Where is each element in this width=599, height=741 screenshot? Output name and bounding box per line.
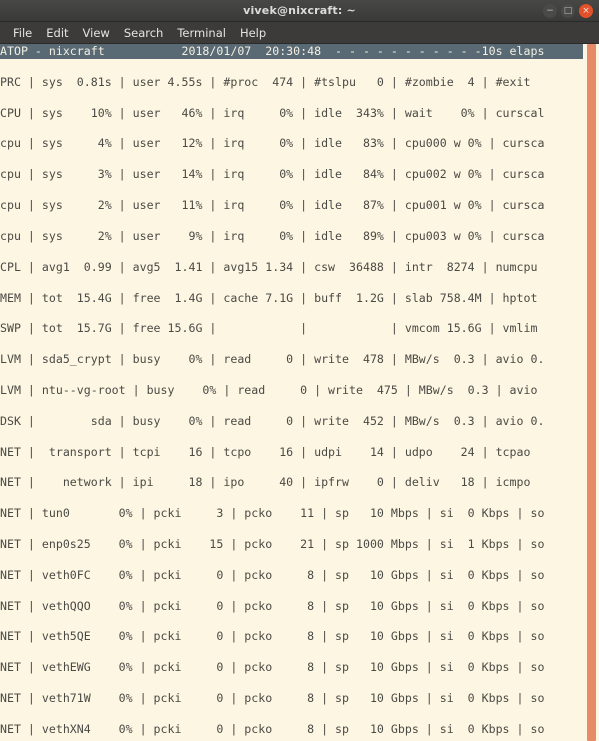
atop-system-line: LVM | sda5_crypt | busy 0% | read 0 | wr… (0, 352, 545, 367)
atop-system-line: NET | network | ipi 18 | ipo 40 | ipfrw … (0, 475, 545, 490)
atop-net-line: NET | vethQQO 0% | pcki 0 | pcko 8 | sp … (0, 598, 545, 613)
menu-item-file[interactable]: File (6, 24, 39, 42)
atop-system-line: NET | transport | tcpi 16 | tcpo 16 | ud… (0, 444, 545, 459)
terminal-screen[interactable]: ATOP - nixcraft 2018/01/07 20:30:48 - - … (0, 44, 599, 741)
atop-system-line: cpu | sys 4% | user 12% | irq 0% | idle … (0, 136, 545, 151)
window-controls: − □ × (543, 4, 593, 18)
scrollbar-thumb[interactable] (587, 44, 596, 741)
window-title: vivek@nixcraft: ~ (243, 4, 356, 17)
atop-system-line: MEM | tot 15.4G | free 1.4G | cache 7.1G… (0, 290, 545, 305)
menu-item-terminal[interactable]: Terminal (170, 24, 233, 42)
terminal-window: vivek@nixcraft: ~ − □ × File Edit View S… (0, 0, 599, 741)
atop-system-line: cpu | sys 3% | user 14% | irq 0% | idle … (0, 167, 545, 182)
menu-item-edit[interactable]: Edit (39, 24, 75, 42)
atop-system-line: cpu | sys 2% | user 9% | irq 0% | idle 8… (0, 228, 545, 243)
atop-net-line: NET | vethEWG 0% | pcki 0 | pcko 8 | sp … (0, 660, 545, 675)
atop-output: ATOP - nixcraft 2018/01/07 20:30:48 - - … (0, 44, 583, 741)
atop-system-line: CPL | avg1 0.99 | avg5 1.41 | avg15 1.34… (0, 259, 545, 274)
menu-item-search[interactable]: Search (117, 24, 171, 42)
atop-net-line: NET | vethXN4 0% | pcki 0 | pcko 8 | sp … (0, 721, 545, 736)
minimize-icon[interactable]: − (543, 4, 557, 18)
window-titlebar[interactable]: vivek@nixcraft: ~ − □ × (0, 0, 599, 22)
atop-system-line: SWP | tot 15.7G | free 15.6G | | | vmcom… (0, 321, 545, 336)
terminal-scrollbar[interactable] (584, 44, 599, 741)
close-icon[interactable]: × (579, 4, 593, 18)
atop-system-line: DSK | sda | busy 0% | read 0 | write 452… (0, 413, 545, 428)
atop-header-bar: ATOP - nixcraft 2018/01/07 20:30:48 - - … (0, 44, 583, 60)
menu-bar: File Edit View Search Terminal Help (0, 22, 599, 44)
maximize-icon[interactable]: □ (561, 4, 575, 18)
atop-net-line: NET | enp0s25 0% | pcki 15 | pcko 21 | s… (0, 537, 545, 551)
atop-net-line: NET | veth0FC 0% | pcki 0 | pcko 8 | sp … (0, 567, 545, 582)
atop-net-line: NET | veth71W 0% | pcki 0 | pcko 8 | sp … (0, 691, 545, 706)
atop-net-line: NET | veth5QE 0% | pcki 0 | pcko 8 | sp … (0, 629, 545, 644)
menu-item-view[interactable]: View (76, 24, 117, 42)
atop-net-line: NET | tun0 0% | pcki 3 | pcko 11 | sp 10… (0, 506, 545, 521)
atop-system-line: PRC | sys 0.81s | user 4.55s | #proc 474… (0, 74, 545, 89)
atop-system-line: LVM | ntu--vg-root | busy 0% | read 0 | … (0, 382, 545, 397)
atop-system-line: cpu | sys 2% | user 11% | irq 0% | idle … (0, 198, 545, 213)
menu-item-help[interactable]: Help (233, 24, 273, 42)
atop-system-line: CPU | sys 10% | user 46% | irq 0% | idle… (0, 105, 545, 120)
